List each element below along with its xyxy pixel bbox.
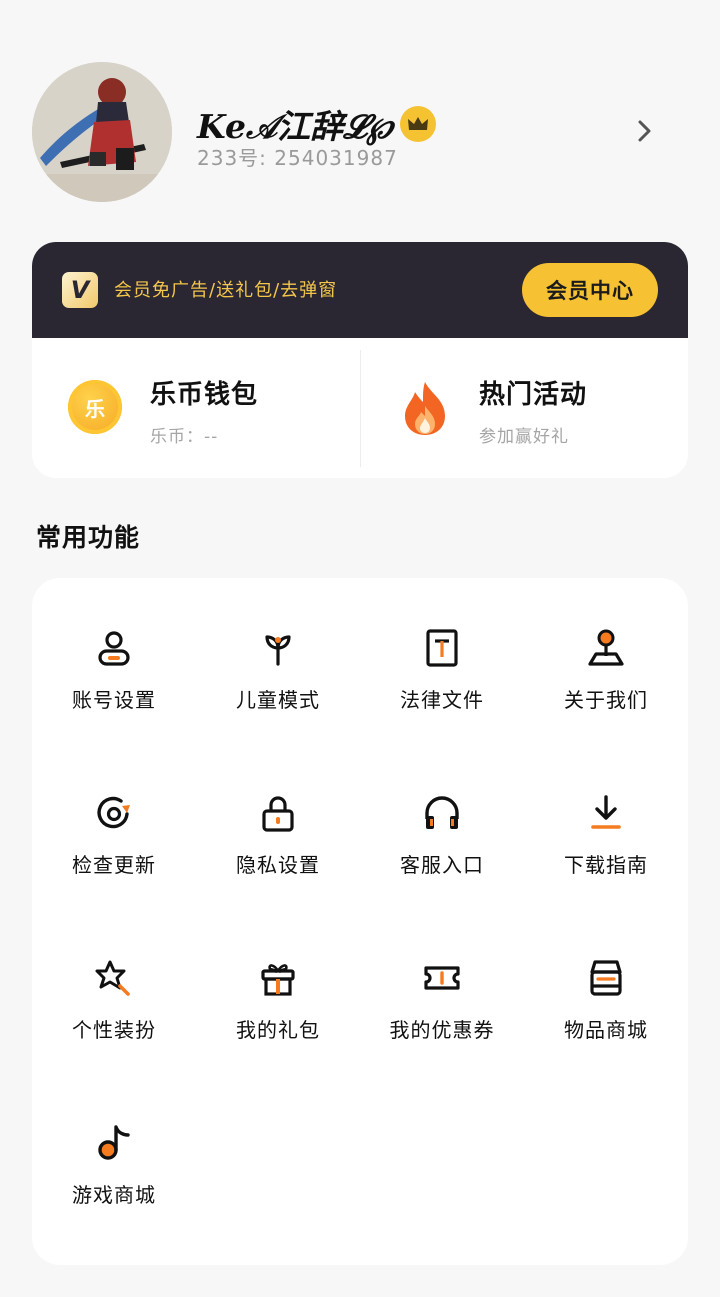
grid-item-label: 下载指南: [564, 853, 648, 877]
grid-item-download-guide[interactable]: 下载指南: [524, 783, 688, 948]
gift-icon: [261, 964, 295, 996]
wallet-title: 乐币钱包: [150, 380, 259, 410]
grid-item-legal-documents[interactable]: 法律文件: [360, 618, 524, 783]
avatar[interactable]: [32, 62, 172, 202]
refresh-icon: [97, 796, 130, 829]
section-title: 常用功能: [36, 523, 141, 552]
crown-icon: [400, 106, 437, 142]
grid-item-label: 儿童模式: [236, 688, 320, 712]
profile-header[interactable]: Ke𝒜江辞𝓛℘ 233号: 254031987: [32, 62, 688, 204]
music-note-icon: [98, 1125, 130, 1160]
grid-item-about-us[interactable]: 关于我们: [524, 618, 688, 783]
ticket-icon: [424, 966, 460, 990]
grid-item-personalization[interactable]: 个性装扮: [32, 948, 196, 1113]
vip-banner[interactable]: V 会员免广告/送礼包/去弹窗 会员中心: [32, 242, 688, 338]
fire-icon: [405, 382, 445, 435]
grid-item-account-settings[interactable]: 账号设置: [32, 618, 196, 783]
activity-subtitle: 参加赢好礼: [479, 427, 569, 447]
grid-item-label: 我的优惠券: [389, 1018, 495, 1042]
wallet-balance: 乐币：--: [150, 427, 219, 447]
star-wand-icon: [95, 960, 130, 996]
document-icon: [426, 629, 458, 667]
grid-item-label: 隐私设置: [236, 853, 320, 877]
grid-item-label: 游戏商城: [72, 1183, 156, 1207]
coin-icon: 乐: [68, 380, 122, 434]
grid-item-customer-service[interactable]: 客服入口: [360, 783, 524, 948]
coin-wallet[interactable]: 乐 乐币钱包 乐币：--: [32, 338, 360, 478]
user-icon: [98, 631, 130, 666]
chevron-right-icon[interactable]: [630, 116, 660, 146]
grid-item-kids-mode[interactable]: 儿童模式: [196, 618, 360, 783]
grid-item-label: 个性装扮: [72, 1018, 156, 1042]
vip-logo-icon: V: [62, 272, 98, 308]
grid-item-check-update[interactable]: 检查更新: [32, 783, 196, 948]
functions-card: 账号设置 儿童模式 法律文件 关于我们 检查更新 隐私设置 客服入口 下载指南 …: [32, 578, 688, 1265]
grid-item-game-store[interactable]: 游戏商城: [32, 1113, 196, 1278]
avatar-image: [32, 62, 172, 202]
user-id: 233号: 254031987: [197, 146, 398, 170]
grid-item-label: 物品商城: [564, 1018, 648, 1042]
grid-item-my-coupons[interactable]: 我的优惠券: [360, 948, 524, 1113]
hot-activities[interactable]: 热门活动 参加赢好礼: [360, 350, 688, 467]
download-icon: [591, 795, 621, 829]
vip-card: V 会员免广告/送礼包/去弹窗 会员中心 乐 乐币钱包 乐币：-- 热门活动 参…: [32, 242, 688, 478]
vip-center-button[interactable]: 会员中心: [522, 263, 658, 317]
joystick-icon: [588, 629, 624, 666]
grid-item-label: 法律文件: [400, 688, 484, 712]
grid-item-privacy-settings[interactable]: 隐私设置: [196, 783, 360, 948]
grid-item-label: 检查更新: [72, 853, 156, 877]
store-icon: [590, 960, 622, 996]
headset-icon: [425, 796, 459, 829]
grid-item-label: 账号设置: [72, 688, 156, 712]
nickname: Ke𝒜江辞𝓛℘: [197, 107, 393, 146]
grid-item-item-store[interactable]: 物品商城: [524, 948, 688, 1113]
grid-item-label: 关于我们: [564, 688, 648, 712]
activity-title: 热门活动: [479, 380, 588, 410]
grid-item-label: 客服入口: [400, 853, 484, 877]
functions-grid: 账号设置 儿童模式 法律文件 关于我们 检查更新 隐私设置 客服入口 下载指南 …: [32, 618, 688, 1278]
nickname-row: Ke𝒜江辞𝓛℘: [197, 100, 437, 148]
grid-item-my-gifts[interactable]: 我的礼包: [196, 948, 360, 1113]
lock-icon: [262, 796, 294, 832]
grid-item-label: 我的礼包: [236, 1018, 320, 1042]
sprout-icon: [265, 635, 291, 666]
vip-promo-text: 会员免广告/送礼包/去弹窗: [114, 280, 338, 301]
